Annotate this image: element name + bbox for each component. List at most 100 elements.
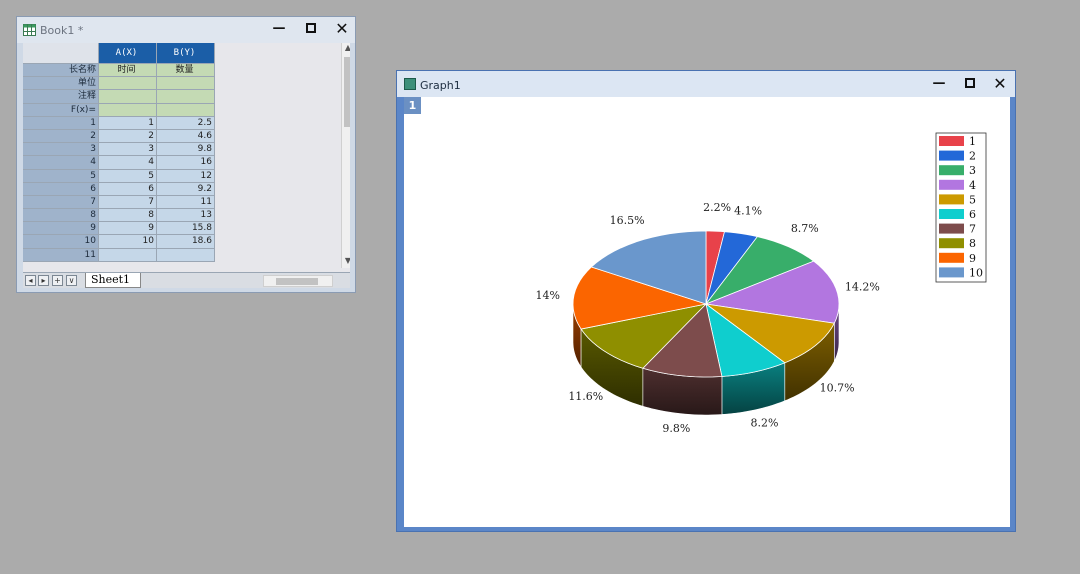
- close-icon[interactable]: ✕: [335, 21, 349, 37]
- cell-b[interactable]: 12: [157, 169, 215, 183]
- cell-a[interactable]: 3: [99, 143, 157, 157]
- row-label[interactable]: 注释: [23, 90, 99, 104]
- row-number[interactable]: 6: [23, 182, 99, 196]
- pie-label-9[interactable]: 14%: [535, 289, 559, 302]
- pie-chart[interactable]: 2.2% 4.1% 8.7% 14.2% 10.7% 8.2% 9.8% 11.6% 14% 16…: [404, 97, 1010, 527]
- legend-label-9: 9: [969, 252, 976, 265]
- row-number[interactable]: 9: [23, 222, 99, 236]
- cell-b[interactable]: 4.6: [157, 129, 215, 144]
- minimize-icon[interactable]: —: [932, 77, 946, 91]
- graph-window[interactable]: Graph1 — ✕ 2.2% 4.1% 8.7% 14.2% 10.7% 8.2% 9.8…: [396, 70, 1016, 532]
- layer-badge[interactable]: 1: [404, 97, 421, 114]
- sheet-list-icon[interactable]: ∨: [66, 275, 77, 286]
- pie-label-5[interactable]: 10.7%: [820, 381, 855, 394]
- cell-b[interactable]: 9.8: [157, 143, 215, 157]
- vertical-scrollbar[interactable]: ▲ ▼: [341, 43, 350, 268]
- meta-row: 长名称 时间 数量: [23, 64, 215, 78]
- add-sheet-icon[interactable]: +: [52, 275, 63, 286]
- legend-swatch-6: [939, 209, 964, 219]
- row-number[interactable]: 5: [23, 169, 99, 183]
- cell-a[interactable]: [99, 248, 157, 262]
- cell-a[interactable]: 2: [99, 129, 157, 144]
- worksheet[interactable]: A(X) B(Y) 长名称 时间 数量 单位 注释 F(x)= 1 1 2.5 2 2 4.6 3 3 9.…: [23, 43, 350, 273]
- pie-label-1[interactable]: 2.2%: [703, 201, 731, 214]
- row-number[interactable]: 2: [23, 129, 99, 144]
- worksheet-grid[interactable]: A(X) B(Y) 长名称 时间 数量 单位 注释 F(x)= 1 1 2.5 2 2 4.6 3 3 9.…: [23, 43, 215, 262]
- row-number[interactable]: 3: [23, 143, 99, 157]
- pie-label-7[interactable]: 9.8%: [662, 422, 690, 435]
- cell-a[interactable]: 时间: [99, 64, 157, 78]
- cell-b[interactable]: 15.8: [157, 222, 215, 236]
- legend-label-3: 3: [969, 164, 976, 177]
- pie-label-8[interactable]: 11.6%: [568, 390, 603, 403]
- table-row: 10 10 18.6: [23, 235, 215, 249]
- pie-label-3[interactable]: 8.7%: [791, 222, 819, 235]
- cell-b[interactable]: [157, 77, 215, 91]
- cell-a[interactable]: 10: [99, 235, 157, 249]
- cell-b[interactable]: 2.5: [157, 116, 215, 130]
- cell-a[interactable]: 9: [99, 222, 157, 236]
- row-number[interactable]: 10: [23, 235, 99, 249]
- corner-cell[interactable]: [23, 43, 99, 64]
- maximize-icon[interactable]: [963, 78, 977, 92]
- pie-label-2[interactable]: 4.1%: [734, 205, 762, 218]
- cell-a[interactable]: 6: [99, 182, 157, 196]
- pie-label-6[interactable]: 8.2%: [751, 417, 779, 430]
- legend-label-2: 2: [969, 150, 976, 163]
- cell-b[interactable]: [157, 248, 215, 262]
- cell-b[interactable]: 16: [157, 156, 215, 170]
- legend[interactable]: 1 23 45 6 78 910: [935, 132, 987, 283]
- pie-label-10[interactable]: 16.5%: [610, 214, 645, 227]
- column-header-b[interactable]: B(Y): [157, 43, 215, 64]
- cell-a[interactable]: 7: [99, 195, 157, 210]
- cell-a[interactable]: 5: [99, 169, 157, 183]
- row-number[interactable]: 8: [23, 209, 99, 223]
- book-window[interactable]: Book1 * — ✕ A(X) B(Y) 长名称 时间 数量 单位 注释 F(x)= 1 1…: [16, 16, 356, 293]
- minimize-icon[interactable]: —: [272, 22, 286, 36]
- table-row: 2 2 4.6: [23, 129, 215, 144]
- next-sheet-icon[interactable]: ▸: [38, 275, 49, 286]
- column-header-a[interactable]: A(X): [99, 43, 157, 64]
- first-sheet-icon[interactable]: ◂: [25, 275, 36, 286]
- scroll-thumb[interactable]: [344, 57, 350, 127]
- cell-b[interactable]: 18.6: [157, 235, 215, 249]
- cell-b[interactable]: [157, 103, 215, 117]
- row-number[interactable]: 11: [23, 248, 99, 262]
- hscroll-thumb[interactable]: [276, 278, 318, 285]
- scroll-down-icon[interactable]: ▼: [342, 256, 350, 268]
- cell-a[interactable]: 8: [99, 209, 157, 223]
- legend-swatch-10: [939, 267, 964, 278]
- scroll-up-icon[interactable]: ▲: [342, 43, 350, 55]
- sheet-tab[interactable]: Sheet1: [85, 273, 141, 288]
- legend-swatch-7: [939, 223, 964, 234]
- table-row: 1 1 2.5: [23, 116, 215, 130]
- table-row: 9 9 15.8: [23, 222, 215, 236]
- cell-b[interactable]: [157, 90, 215, 104]
- maximize-icon[interactable]: [304, 23, 318, 37]
- pie-label-4[interactable]: 14.2%: [845, 281, 880, 294]
- table-row: 8 8 13: [23, 209, 215, 223]
- cell-a[interactable]: [99, 103, 157, 117]
- cell-a[interactable]: [99, 90, 157, 104]
- cell-b[interactable]: 9.2: [157, 182, 215, 196]
- graph-titlebar[interactable]: Graph1 — ✕: [397, 71, 1015, 97]
- cell-b[interactable]: 11: [157, 195, 215, 210]
- cell-b[interactable]: 13: [157, 209, 215, 223]
- row-number[interactable]: 1: [23, 116, 99, 130]
- cell-a[interactable]: [99, 77, 157, 91]
- horizontal-scrollbar[interactable]: [263, 275, 333, 287]
- row-label[interactable]: F(x)=: [23, 103, 99, 117]
- meta-row: 注释: [23, 90, 215, 104]
- graph-page[interactable]: 2.2% 4.1% 8.7% 14.2% 10.7% 8.2% 9.8% 11.6% 14% 16…: [404, 97, 1010, 527]
- cell-a[interactable]: 4: [99, 156, 157, 170]
- row-number[interactable]: 4: [23, 156, 99, 170]
- close-icon[interactable]: ✕: [993, 76, 1007, 92]
- pie-slices: [572, 230, 840, 378]
- row-label[interactable]: 单位: [23, 77, 99, 91]
- cell-b[interactable]: 数量: [157, 64, 215, 78]
- row-number[interactable]: 7: [23, 195, 99, 210]
- legend-label-7: 7: [969, 223, 976, 236]
- book-titlebar[interactable]: Book1 * — ✕: [17, 17, 355, 43]
- cell-a[interactable]: 1: [99, 116, 157, 130]
- row-label[interactable]: 长名称: [23, 64, 99, 78]
